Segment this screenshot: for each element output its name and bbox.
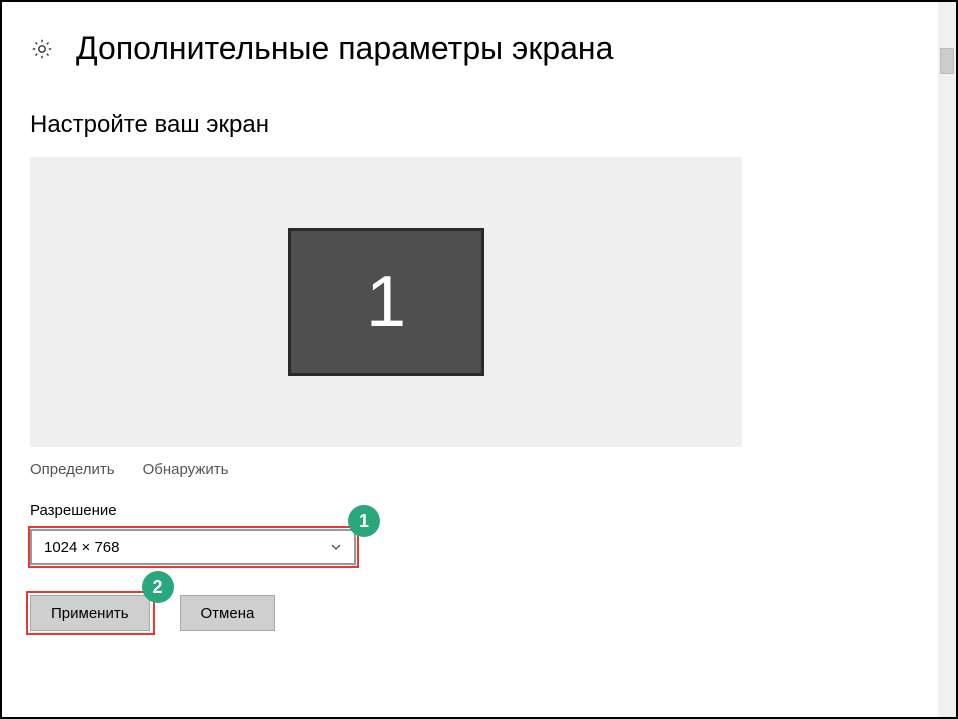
apply-button[interactable]: Применить [30, 595, 150, 631]
settings-window: Дополнительные параметры экрана Настройт… [0, 0, 958, 719]
annotation-badge-1: 1 [348, 505, 380, 537]
monitor-number: 1 [366, 261, 406, 343]
cancel-button[interactable]: Отмена [180, 595, 276, 631]
identify-link[interactable]: Определить [30, 461, 115, 478]
resolution-value: 1024 × 768 [44, 539, 120, 556]
annotation-badge-2: 2 [142, 571, 174, 603]
scrollbar[interactable] [938, 2, 956, 717]
page-title: Дополнительные параметры экрана [76, 30, 613, 67]
title-row: Дополнительные параметры экрана [30, 30, 956, 67]
section-customize-title: Настройте ваш экран [30, 111, 956, 139]
monitor-preview-area: 1 [30, 157, 742, 447]
resolution-label: Разрешение [30, 502, 956, 519]
detect-link[interactable]: Обнаружить [143, 461, 229, 478]
gear-icon [30, 37, 54, 61]
scroll-thumb[interactable] [940, 48, 954, 74]
monitor-1[interactable]: 1 [288, 228, 484, 376]
chevron-down-icon [330, 541, 342, 553]
resolution-dropdown[interactable]: 1024 × 768 [30, 529, 356, 565]
